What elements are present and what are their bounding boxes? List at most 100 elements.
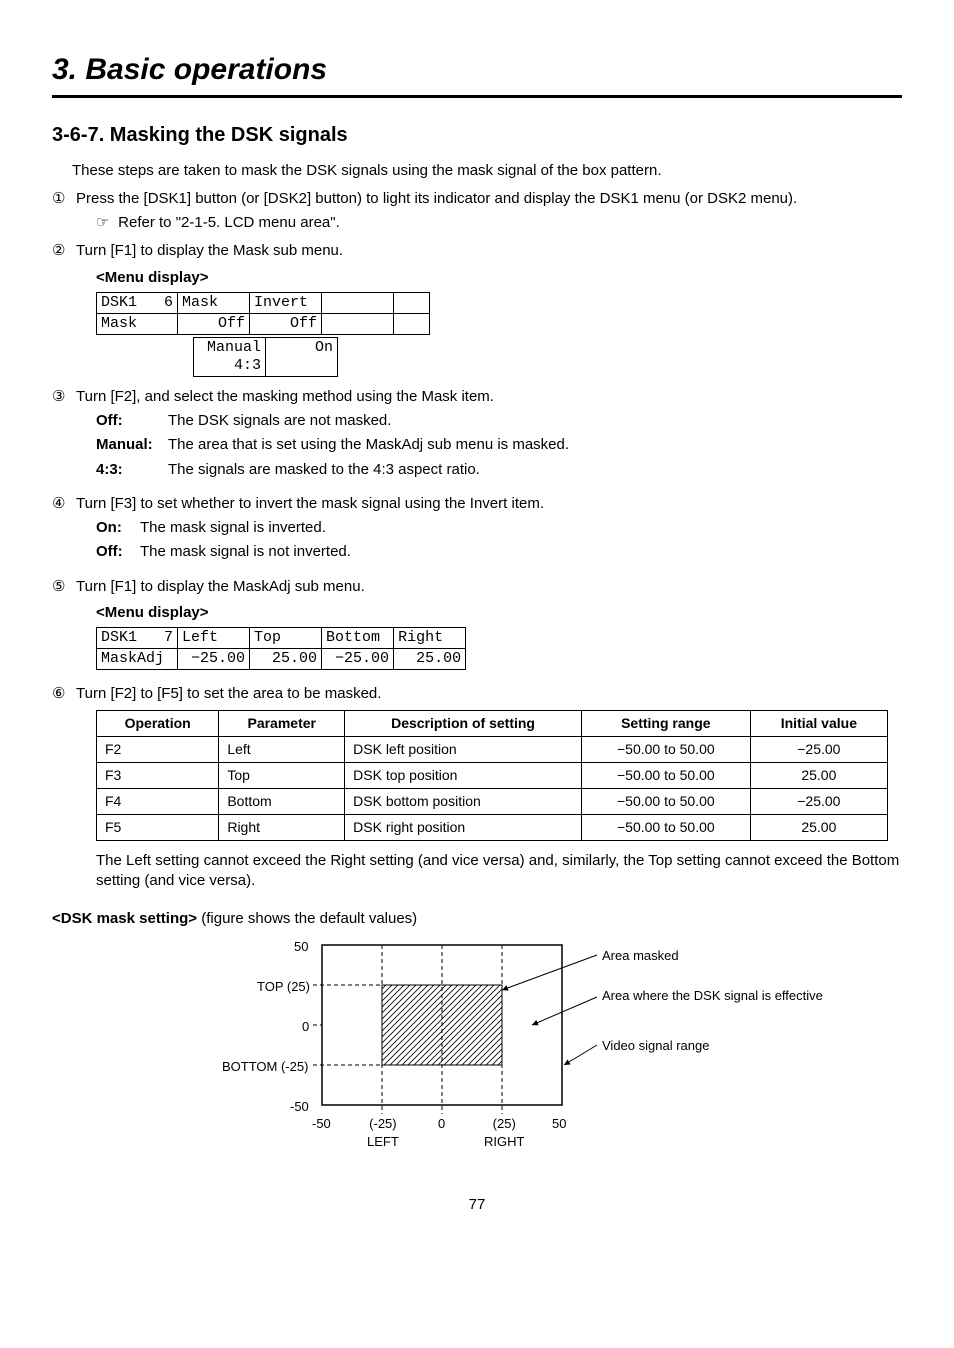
cell-op: F2: [97, 737, 219, 763]
step-6: ⑥ Turn [F2] to [F5] to set the area to b…: [52, 684, 902, 704]
cell-range: −50.00 to 50.00: [581, 788, 750, 814]
chapter-title: 3. Basic operations: [52, 50, 902, 91]
lcd-cell: On: [266, 337, 338, 376]
lcd-cell: [394, 313, 430, 334]
step-5: ⑤ Turn [F1] to display the MaskAdj sub m…: [52, 577, 902, 597]
step-4: ④ Turn [F3] to set whether to invert the…: [52, 494, 902, 514]
lcd-cell: [322, 313, 394, 334]
table-row: F2LeftDSK left position−50.00 to 50.00−2…: [97, 737, 888, 763]
cell-init: 25.00: [750, 814, 887, 840]
step-text: Turn [F2], and select the masking method…: [76, 387, 902, 407]
invert-on-def: On: The mask signal is inverted.: [96, 518, 902, 538]
legend-video-range: Video signal range: [602, 1037, 709, 1055]
legend-effective: Area where the DSK signal is effective: [602, 987, 802, 1005]
step-text: Turn [F2] to [F5] to set the area to be …: [76, 684, 902, 704]
th-range: Setting range: [581, 711, 750, 737]
cell-param: Bottom: [219, 788, 345, 814]
def-desc: The mask signal is inverted.: [140, 518, 902, 538]
constraint-note: The Left setting cannot exceed the Right…: [96, 851, 902, 892]
th-operation: Operation: [97, 711, 219, 737]
menu-display-label: <Menu display>: [96, 268, 902, 288]
divider: [52, 95, 902, 98]
def-term: 4:3:: [96, 460, 168, 480]
pointer-icon: ☞: [96, 213, 114, 233]
page-number: 77: [52, 1195, 902, 1215]
lcd-cell: DSK1 7: [97, 628, 178, 649]
lcd-cell: DSK1 6: [97, 292, 178, 313]
cell-param: Right: [219, 814, 345, 840]
y-tick-0: 0: [302, 1018, 309, 1036]
cell-init: −25.00: [750, 737, 887, 763]
step-text: Turn [F3] to set whether to invert the m…: [76, 494, 902, 514]
x-tick-50: 50: [552, 1115, 566, 1133]
mask-manual-def: Manual: The area that is set using the M…: [96, 435, 902, 455]
legend-masked: Area masked: [602, 947, 679, 965]
def-desc: The DSK signals are not masked.: [168, 411, 902, 431]
mask-43-def: 4:3: The signals are masked to the 4:3 a…: [96, 460, 902, 480]
def-term: Off:: [96, 542, 140, 562]
def-desc: The mask signal is not inverted.: [140, 542, 902, 562]
lcd-cell: MaskAdj: [97, 649, 178, 670]
x-tick-n50: -50: [312, 1115, 331, 1133]
lcd-cell: [322, 292, 394, 313]
table-row: F5RightDSK right position−50.00 to 50.00…: [97, 814, 888, 840]
lcd-cell: Right: [394, 628, 466, 649]
x-tick-0: 0: [438, 1115, 445, 1133]
cell-range: −50.00 to 50.00: [581, 814, 750, 840]
cell-desc: DSK top position: [345, 763, 582, 789]
step-3: ③ Turn [F2], and select the masking meth…: [52, 387, 902, 407]
y-tick-bottom: BOTTOM (-25): [222, 1058, 308, 1076]
cell-init: −25.00: [750, 788, 887, 814]
lcd-cell: [394, 292, 430, 313]
x-tick-right: (25)RIGHT: [484, 1115, 524, 1150]
cell-op: F4: [97, 788, 219, 814]
cell-param: Top: [219, 763, 345, 789]
lcd-cell: −25.00: [322, 649, 394, 670]
x-tick-left: (-25)LEFT: [367, 1115, 399, 1150]
cell-param: Left: [219, 737, 345, 763]
cell-desc: DSK right position: [345, 814, 582, 840]
invert-off-def: Off: The mask signal is not inverted.: [96, 542, 902, 562]
step-number: ③: [52, 387, 76, 407]
table-row: F3TopDSK top position−50.00 to 50.0025.0…: [97, 763, 888, 789]
th-initial: Initial value: [750, 711, 887, 737]
step-1-ref: ☞ Refer to "2-1-5. LCD menu area".: [96, 213, 902, 233]
cell-desc: DSK bottom position: [345, 788, 582, 814]
step-number: ④: [52, 494, 76, 514]
step-number: ①: [52, 189, 76, 209]
lcd-cell: Bottom: [322, 628, 394, 649]
parameter-table: Operation Parameter Description of setti…: [96, 710, 888, 840]
th-description: Description of setting: [345, 711, 582, 737]
cell-desc: DSK left position: [345, 737, 582, 763]
cell-range: −50.00 to 50.00: [581, 737, 750, 763]
cell-op: F5: [97, 814, 219, 840]
step-text: Turn [F1] to display the MaskAdj sub men…: [76, 577, 902, 597]
def-term: Off:: [96, 411, 168, 431]
table-row: F4BottomDSK bottom position−50.00 to 50.…: [97, 788, 888, 814]
ref-text: Refer to "2-1-5. LCD menu area".: [118, 214, 340, 231]
lcd-menu-2: DSK1 7 Left Top Bottom Right MaskAdj −25…: [96, 627, 902, 670]
def-desc: The area that is set using the MaskAdj s…: [168, 435, 902, 455]
cell-init: 25.00: [750, 763, 887, 789]
intro-text: These steps are taken to mask the DSK si…: [72, 161, 902, 181]
lcd-cell: Off: [178, 313, 250, 334]
step-number: ⑤: [52, 577, 76, 597]
lcd-cell: Mask: [178, 292, 250, 313]
step-number: ⑥: [52, 684, 76, 704]
figure-heading-bold: <DSK mask setting>: [52, 910, 197, 927]
lcd-cell: 25.00: [394, 649, 466, 670]
cell-op: F3: [97, 763, 219, 789]
def-term: On:: [96, 518, 140, 538]
cell-range: −50.00 to 50.00: [581, 763, 750, 789]
menu-display-label: <Menu display>: [96, 603, 902, 623]
figure-heading-rest: (figure shows the default values): [197, 910, 417, 927]
lcd-cell: −25.00: [178, 649, 250, 670]
section-title: 3-6-7. Masking the DSK signals: [52, 122, 902, 149]
step-text: Turn [F1] to display the Mask sub menu.: [76, 241, 902, 261]
mask-off-def: Off: The DSK signals are not masked.: [96, 411, 902, 431]
step-number: ②: [52, 241, 76, 261]
step-text: Press the [DSK1] button (or [DSK2] butto…: [76, 189, 902, 209]
th-parameter: Parameter: [219, 711, 345, 737]
dsk-mask-diagram: 50 TOP (25) 0 BOTTOM (-25) -50 -50 (-25)…: [202, 935, 822, 1165]
lcd-cell: 25.00: [250, 649, 322, 670]
